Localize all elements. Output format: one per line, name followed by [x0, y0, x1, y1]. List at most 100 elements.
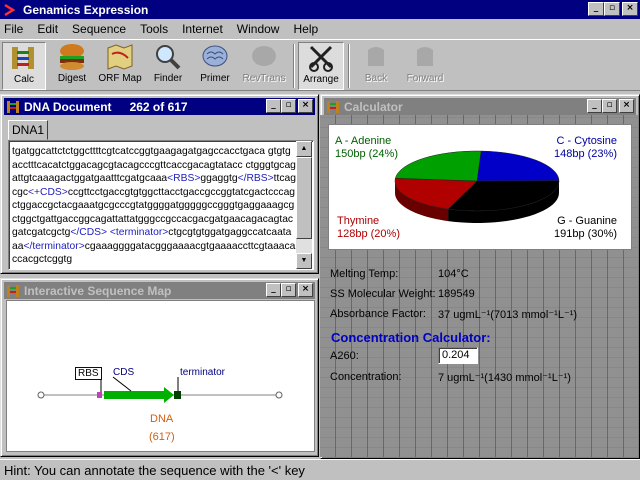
dna-position-readout: 262 of 617: [129, 99, 188, 114]
sequence-bases: ggaggtg: [200, 173, 238, 184]
map-cds-leader: [112, 376, 132, 392]
menu-edit[interactable]: Edit: [37, 22, 58, 36]
burger-icon: [60, 44, 84, 70]
guanine-value: 191bp (30%): [554, 228, 617, 240]
primer-tool-button[interactable]: Primer: [193, 42, 237, 90]
concentration-label: Concentration:: [330, 371, 402, 383]
dna-maximize-button[interactable]: ▫: [281, 99, 296, 113]
magnifier-icon: [156, 45, 181, 70]
menu-internet[interactable]: Internet: [182, 22, 223, 36]
molecular-weight-value: 189549: [438, 288, 475, 300]
melting-temp-label: Melting Temp:: [330, 268, 399, 280]
arrange-tool-button[interactable]: Arrange: [298, 42, 344, 90]
calc-maximize-button[interactable]: ▫: [602, 99, 617, 113]
absorbance-factor-label: Absorbance Factor:: [330, 308, 426, 320]
app-close-button[interactable]: ×: [622, 2, 638, 16]
map-sequence-length: (617): [149, 431, 175, 443]
pie-slice-a-adenine: [395, 150, 482, 182]
sequence-map-canvas[interactable]: RBS CDS terminator DNA (617): [6, 300, 315, 452]
toolbar-separator: [348, 44, 350, 88]
map-start-marker: [37, 391, 45, 399]
adenine-label: A - Adenine: [335, 135, 392, 147]
menu-tools[interactable]: Tools: [140, 22, 168, 36]
menu-help[interactable]: Help: [293, 22, 318, 36]
app-minimize-button[interactable]: _: [588, 2, 604, 16]
map-cds-feature[interactable]: [104, 391, 164, 399]
calc-window-titlebar[interactable]: Calculator _ ▫ ×: [324, 98, 636, 115]
dna-minimize-button[interactable]: _: [266, 99, 281, 113]
app-restore-button[interactable]: ▫: [604, 2, 620, 16]
dna-window-icon: [7, 100, 19, 113]
guanine-label: G - Guanine: [557, 215, 617, 227]
sequence-annotation-tag: </CDS>: [70, 227, 108, 238]
back-label: Back: [364, 73, 388, 84]
scroll-thumb[interactable]: [296, 157, 312, 239]
app-logo-icon: [4, 3, 16, 16]
calc-label: Calc: [13, 74, 34, 85]
forward-label: Forward: [406, 73, 444, 84]
cytosine-value: 148bp (23%): [554, 148, 617, 160]
orf-map-tool-button[interactable]: ORF Map: [97, 42, 143, 90]
forward-hand-icon: [417, 47, 433, 66]
map-terminator-label[interactable]: terminator: [180, 367, 225, 378]
menu-file[interactable]: File: [4, 22, 23, 36]
scroll-up-arrow-icon[interactable]: ▲: [296, 141, 312, 157]
digest-label: Digest: [57, 73, 87, 84]
app-title-bar: Genamics Expression _ ▫ ×: [0, 0, 640, 19]
sequence-text[interactable]: tgatggcattctctggcttttcgtcatccggtgaagagat…: [12, 145, 296, 265]
orf-map-label: ORF Map: [98, 73, 142, 84]
hint-status-bar: Hint: You can annotate the sequence with…: [0, 459, 640, 480]
map-window-titlebar[interactable]: Interactive Sequence Map _ ▫ ×: [4, 282, 315, 299]
map-terminator-feature[interactable]: [174, 391, 181, 399]
brain-icon: [202, 45, 228, 67]
map-window-title: Interactive Sequence Map: [24, 283, 172, 298]
digest-tool-button[interactable]: Digest: [50, 42, 94, 90]
calc-window-title: Calculator: [344, 99, 403, 114]
finder-label: Finder: [153, 73, 183, 84]
menu-bar: File Edit Sequence Tools Internet Window…: [0, 19, 640, 39]
concentration-calculator-title: Concentration Calculator:: [331, 330, 491, 345]
app-title: Genamics Expression: [23, 2, 149, 17]
tab-dna1[interactable]: DNA1: [8, 120, 48, 140]
toolbar: Calc Digest ORF Map Finder Primer RevTra…: [0, 39, 640, 91]
map-cds-label[interactable]: CDS: [113, 367, 134, 378]
map-rbs-label[interactable]: RBS: [75, 367, 102, 380]
sequence-annotation-tag: <RBS>: [167, 173, 201, 184]
arrange-icon: [309, 45, 333, 72]
base-composition-panel: A - Adenine 150bp (24%) C - Cytosine 148…: [328, 124, 632, 250]
calc-tool-button[interactable]: Calc: [2, 42, 46, 90]
map-window-icon: [7, 284, 19, 297]
menu-sequence[interactable]: Sequence: [72, 22, 126, 36]
forward-tool-button[interactable]: Forward: [402, 42, 448, 90]
a260-label: A260:: [330, 350, 359, 362]
back-tool-button[interactable]: Back: [354, 42, 398, 90]
molecular-weight-label: SS Molecular Weight:: [330, 288, 436, 300]
a260-input[interactable]: 0.204: [438, 347, 478, 364]
map-cds-arrowhead: [164, 387, 174, 403]
calc-minimize-button[interactable]: _: [587, 99, 602, 113]
toolbar-separator: [293, 44, 295, 88]
dna-close-button[interactable]: ×: [298, 99, 313, 113]
adenine-value: 150bp (24%): [335, 148, 398, 160]
map-close-button[interactable]: ×: [298, 283, 313, 297]
sequence-annotation-tag: <terminator>: [109, 227, 169, 238]
revtrans-tool-button[interactable]: RevTrans: [240, 42, 288, 90]
finder-tool-button[interactable]: Finder: [146, 42, 190, 90]
map-icon: [107, 44, 133, 70]
sequence-scrollbar[interactable]: ▲ ▼: [296, 141, 312, 269]
map-end-marker: [275, 391, 283, 399]
sequence-annotation-tag: </terminator>: [23, 240, 85, 252]
primer-label: Primer: [200, 73, 230, 84]
calc-close-button[interactable]: ×: [619, 99, 634, 113]
map-minimize-button[interactable]: _: [266, 283, 281, 297]
scroll-down-arrow-icon[interactable]: ▼: [296, 253, 312, 269]
pie-slice-c-cytosine: [476, 150, 560, 182]
menu-window[interactable]: Window: [237, 22, 280, 36]
melting-temp-value: 104°C: [438, 268, 469, 280]
arrange-label: Arrange: [303, 74, 339, 85]
thymine-label: Thymine: [337, 215, 380, 227]
sequence-annotation-tag: <+CDS>: [28, 186, 68, 198]
map-rbs-feature[interactable]: [97, 392, 102, 398]
map-maximize-button[interactable]: ▫: [281, 283, 296, 297]
dna-window-titlebar[interactable]: DNA Document 262 of 617 _ ▫ ×: [4, 98, 315, 115]
